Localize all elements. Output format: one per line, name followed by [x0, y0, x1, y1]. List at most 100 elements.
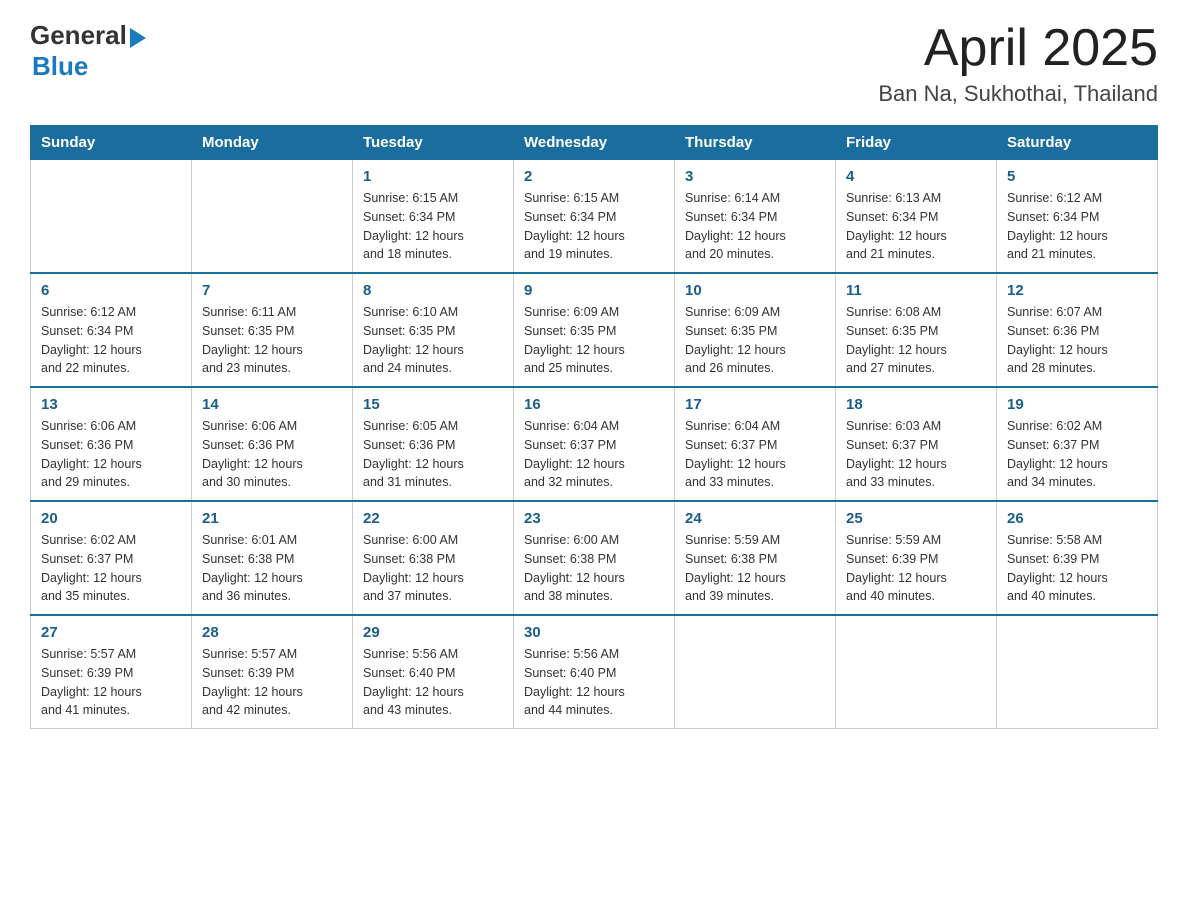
- day-number: 19: [1007, 396, 1147, 413]
- day-number: 10: [685, 282, 825, 299]
- day-number: 11: [846, 282, 986, 299]
- day-info: Sunrise: 6:14 AM Sunset: 6:34 PM Dayligh…: [685, 189, 825, 264]
- day-info: Sunrise: 6:05 AM Sunset: 6:36 PM Dayligh…: [363, 417, 503, 492]
- day-info: Sunrise: 6:08 AM Sunset: 6:35 PM Dayligh…: [846, 303, 986, 378]
- logo-arrow-icon: [130, 28, 146, 48]
- day-info: Sunrise: 5:57 AM Sunset: 6:39 PM Dayligh…: [202, 645, 342, 720]
- weekday-header-monday: Monday: [192, 126, 353, 160]
- calendar-cell: 23Sunrise: 6:00 AM Sunset: 6:38 PM Dayli…: [514, 501, 675, 615]
- day-number: 22: [363, 510, 503, 527]
- calendar-cell: 12 Sunrise: 6:07 AM Sunset: 6:36 PM Dayli…: [997, 273, 1158, 387]
- weekday-header-thursday: Thursday: [675, 126, 836, 160]
- calendar-table: SundayMondayTuesdayWednesdayThursdayFrid…: [30, 125, 1158, 729]
- calendar-cell: 1 Sunrise: 6:15 AM Sunset: 6:34 PM Daylig…: [353, 160, 514, 274]
- calendar-cell: 5Sunrise: 6:12 AM Sunset: 6:34 PM Daylig…: [997, 160, 1158, 274]
- day-number: 23: [524, 510, 664, 527]
- day-number: 27: [41, 624, 181, 641]
- day-info: Sunrise: 6:02 AM Sunset: 6:37 PM Dayligh…: [1007, 417, 1147, 492]
- day-info: Sunrise: 6:13 AM Sunset: 6:34 PM Dayligh…: [846, 189, 986, 264]
- calendar-cell: 20Sunrise: 6:02 AM Sunset: 6:37 PM Dayli…: [31, 501, 192, 615]
- day-info: Sunrise: 6:10 AM Sunset: 6:35 PM Dayligh…: [363, 303, 503, 378]
- day-info: Sunrise: 6:04 AM Sunset: 6:37 PM Dayligh…: [524, 417, 664, 492]
- day-info: Sunrise: 5:56 AM Sunset: 6:40 PM Dayligh…: [524, 645, 664, 720]
- calendar-week-row: 6 Sunrise: 6:12 AM Sunset: 6:34 PM Daylig…: [31, 273, 1158, 387]
- day-number: 6: [41, 282, 181, 299]
- calendar-cell: 25Sunrise: 5:59 AM Sunset: 6:39 PM Dayli…: [836, 501, 997, 615]
- day-info: Sunrise: 6:15 AM Sunset: 6:34 PM Dayligh…: [524, 189, 664, 264]
- day-info: Sunrise: 6:11 AM Sunset: 6:35 PM Dayligh…: [202, 303, 342, 378]
- day-number: 24: [685, 510, 825, 527]
- day-info: Sunrise: 6:06 AM Sunset: 6:36 PM Dayligh…: [202, 417, 342, 492]
- day-info: Sunrise: 5:56 AM Sunset: 6:40 PM Dayligh…: [363, 645, 503, 720]
- calendar-cell: 10 Sunrise: 6:09 AM Sunset: 6:35 PM Dayli…: [675, 273, 836, 387]
- weekday-header-friday: Friday: [836, 126, 997, 160]
- calendar-cell: 6 Sunrise: 6:12 AM Sunset: 6:34 PM Daylig…: [31, 273, 192, 387]
- calendar-week-row: 1 Sunrise: 6:15 AM Sunset: 6:34 PM Daylig…: [31, 160, 1158, 274]
- day-info: Sunrise: 6:06 AM Sunset: 6:36 PM Dayligh…: [41, 417, 181, 492]
- day-info: Sunrise: 6:04 AM Sunset: 6:37 PM Dayligh…: [685, 417, 825, 492]
- day-number: 2: [524, 168, 664, 185]
- calendar-title: April 2025: [878, 20, 1158, 77]
- day-info: Sunrise: 6:09 AM Sunset: 6:35 PM Dayligh…: [685, 303, 825, 378]
- day-info: Sunrise: 6:15 AM Sunset: 6:34 PM Dayligh…: [363, 189, 503, 264]
- day-number: 12: [1007, 282, 1147, 299]
- day-info: Sunrise: 5:59 AM Sunset: 6:39 PM Dayligh…: [846, 531, 986, 606]
- calendar-cell: 4 Sunrise: 6:13 AM Sunset: 6:34 PM Daylig…: [836, 160, 997, 274]
- day-info: Sunrise: 5:58 AM Sunset: 6:39 PM Dayligh…: [1007, 531, 1147, 606]
- day-info: Sunrise: 6:02 AM Sunset: 6:37 PM Dayligh…: [41, 531, 181, 606]
- calendar-cell: [836, 615, 997, 729]
- calendar-cell: 26 Sunrise: 5:58 AM Sunset: 6:39 PM Dayli…: [997, 501, 1158, 615]
- calendar-cell: 18 Sunrise: 6:03 AM Sunset: 6:37 PM Dayli…: [836, 387, 997, 501]
- calendar-cell: 9 Sunrise: 6:09 AM Sunset: 6:35 PM Daylig…: [514, 273, 675, 387]
- day-number: 9: [524, 282, 664, 299]
- day-number: 29: [363, 624, 503, 641]
- calendar-week-row: 27 Sunrise: 5:57 AM Sunset: 6:39 PM Dayli…: [31, 615, 1158, 729]
- calendar-cell: 3 Sunrise: 6:14 AM Sunset: 6:34 PM Daylig…: [675, 160, 836, 274]
- day-number: 26: [1007, 510, 1147, 527]
- calendar-cell: 15 Sunrise: 6:05 AM Sunset: 6:36 PM Dayli…: [353, 387, 514, 501]
- calendar-cell: [997, 615, 1158, 729]
- logo-general-text: General: [30, 20, 127, 51]
- day-number: 1: [363, 168, 503, 185]
- weekday-header-saturday: Saturday: [997, 126, 1158, 160]
- day-info: Sunrise: 5:59 AM Sunset: 6:38 PM Dayligh…: [685, 531, 825, 606]
- calendar-cell: 17Sunrise: 6:04 AM Sunset: 6:37 PM Dayli…: [675, 387, 836, 501]
- day-number: 15: [363, 396, 503, 413]
- day-number: 28: [202, 624, 342, 641]
- day-number: 4: [846, 168, 986, 185]
- calendar-cell: 27 Sunrise: 5:57 AM Sunset: 6:39 PM Dayli…: [31, 615, 192, 729]
- weekday-header-tuesday: Tuesday: [353, 126, 514, 160]
- day-info: Sunrise: 6:09 AM Sunset: 6:35 PM Dayligh…: [524, 303, 664, 378]
- calendar-cell: [675, 615, 836, 729]
- day-number: 3: [685, 168, 825, 185]
- day-number: 30: [524, 624, 664, 641]
- title-block: April 2025 Ban Na, Sukhothai, Thailand: [878, 20, 1158, 107]
- logo: General Blue: [30, 20, 146, 82]
- calendar-cell: 29 Sunrise: 5:56 AM Sunset: 6:40 PM Dayli…: [353, 615, 514, 729]
- calendar-cell: 8 Sunrise: 6:10 AM Sunset: 6:35 PM Daylig…: [353, 273, 514, 387]
- day-number: 18: [846, 396, 986, 413]
- calendar-header-row: SundayMondayTuesdayWednesdayThursdayFrid…: [31, 126, 1158, 160]
- calendar-week-row: 13 Sunrise: 6:06 AM Sunset: 6:36 PM Dayli…: [31, 387, 1158, 501]
- day-number: 16: [524, 396, 664, 413]
- calendar-cell: 22Sunrise: 6:00 AM Sunset: 6:38 PM Dayli…: [353, 501, 514, 615]
- weekday-header-sunday: Sunday: [31, 126, 192, 160]
- day-number: 8: [363, 282, 503, 299]
- calendar-cell: 19 Sunrise: 6:02 AM Sunset: 6:37 PM Dayli…: [997, 387, 1158, 501]
- day-info: Sunrise: 6:07 AM Sunset: 6:36 PM Dayligh…: [1007, 303, 1147, 378]
- day-info: Sunrise: 5:57 AM Sunset: 6:39 PM Dayligh…: [41, 645, 181, 720]
- calendar-cell: 30 Sunrise: 5:56 AM Sunset: 6:40 PM Dayli…: [514, 615, 675, 729]
- calendar-cell: 13 Sunrise: 6:06 AM Sunset: 6:36 PM Dayli…: [31, 387, 192, 501]
- calendar-cell: 21 Sunrise: 6:01 AM Sunset: 6:38 PM Dayli…: [192, 501, 353, 615]
- day-number: 21: [202, 510, 342, 527]
- calendar-location: Ban Na, Sukhothai, Thailand: [878, 81, 1158, 107]
- day-number: 7: [202, 282, 342, 299]
- page-header: General Blue April 2025 Ban Na, Sukhotha…: [30, 20, 1158, 107]
- day-info: Sunrise: 6:03 AM Sunset: 6:37 PM Dayligh…: [846, 417, 986, 492]
- calendar-cell: 28 Sunrise: 5:57 AM Sunset: 6:39 PM Dayli…: [192, 615, 353, 729]
- day-number: 13: [41, 396, 181, 413]
- day-info: Sunrise: 6:01 AM Sunset: 6:38 PM Dayligh…: [202, 531, 342, 606]
- calendar-cell: 2 Sunrise: 6:15 AM Sunset: 6:34 PM Daylig…: [514, 160, 675, 274]
- day-info: Sunrise: 6:12 AM Sunset: 6:34 PM Dayligh…: [41, 303, 181, 378]
- logo-blue-text: Blue: [32, 51, 88, 81]
